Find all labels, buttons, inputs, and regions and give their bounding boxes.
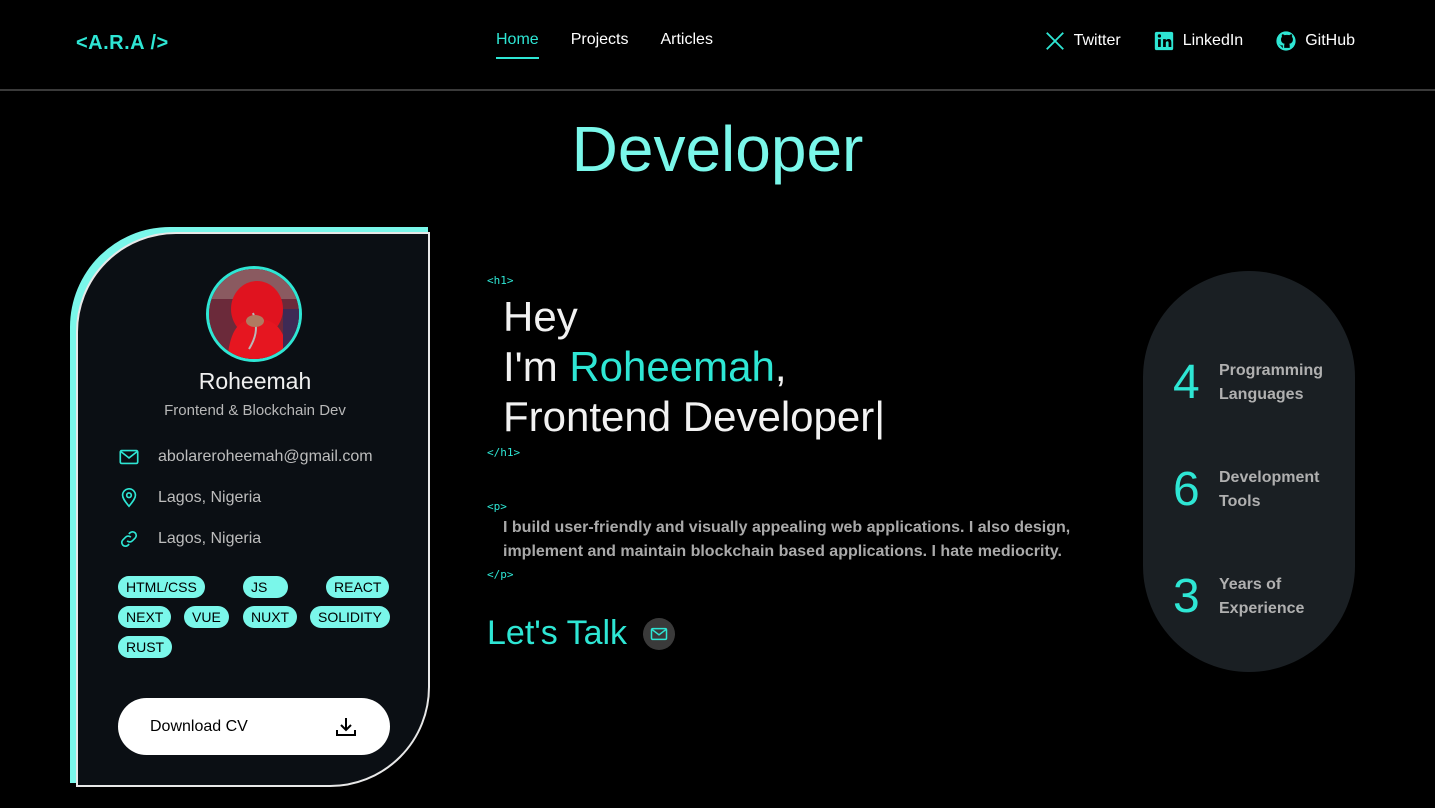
skill-tag: VUE [184, 606, 229, 628]
nav-projects[interactable]: Projects [571, 31, 629, 59]
stat-experience: 3 Years of Experience [1173, 569, 1339, 624]
skill-tag: NUXT [243, 606, 298, 628]
linkedin-label: LinkedIn [1182, 32, 1244, 49]
stat-languages: 4 Programming Languages [1173, 355, 1339, 410]
intro-im: I'm [503, 343, 570, 390]
stat-value: 3 [1173, 570, 1200, 623]
github-icon [1276, 31, 1296, 51]
h1-open-tag: <h1> [487, 274, 514, 287]
stat-value: 6 [1173, 463, 1200, 516]
social-links: Twitter LinkedIn GitHub [1044, 30, 1355, 52]
nav-articles[interactable]: Articles [660, 31, 712, 59]
download-cv-label: Download CV [150, 717, 248, 735]
profile-link: Lagos, Nigeria [158, 530, 262, 547]
email-row[interactable]: abolareroheemah@gmail.com [118, 446, 373, 468]
x-icon [1045, 32, 1064, 50]
intro-line-3: Frontend Developer| [503, 392, 885, 442]
nav-home[interactable]: Home [496, 31, 539, 59]
skill-tag: HTML/CSS [118, 576, 205, 598]
stat-label: Development Tools [1219, 468, 1320, 510]
avatar-photo [209, 269, 299, 359]
profile-card: Roheemah Frontend & Blockchain Dev abola… [76, 232, 430, 787]
linkedin-link[interactable]: LinkedIn [1153, 30, 1244, 52]
stat-value: 4 [1173, 356, 1200, 409]
typing-cursor: | [874, 393, 886, 440]
site-header: <A.R.A /> Home Projects Articles Twitter… [0, 0, 1435, 91]
location-pin-icon [121, 488, 137, 508]
intro-bio: I build user-friendly and visually appea… [503, 519, 1071, 560]
intro-comma: , [774, 343, 787, 390]
stat-label: Years of Experience [1219, 575, 1305, 617]
download-cv-button[interactable]: Download CV [118, 698, 390, 755]
profile-name: Roheemah [198, 368, 312, 394]
skill-tag: NEXT [118, 606, 172, 628]
location-row: Lagos, Nigeria [118, 487, 261, 509]
profile-email: abolareroheemah@gmail.com [158, 448, 373, 465]
profile-role: Frontend & Blockchain Dev [164, 402, 346, 419]
download-icon [336, 717, 356, 736]
skill-tag: REACT [326, 576, 389, 598]
skill-tag: JS [243, 576, 288, 598]
intro-heading: Hey I'm Roheemah, Frontend Developer| [503, 292, 885, 442]
linkedin-icon [1154, 31, 1173, 51]
intro-role: Frontend Developer [503, 393, 875, 440]
intro-line-2: I'm Roheemah, [503, 342, 885, 392]
main-nav: Home Projects Articles [496, 31, 713, 59]
p-close-tag: </p> [487, 568, 514, 581]
stats-panel: 4 Programming Languages 6 Development To… [1143, 271, 1355, 672]
intro-name: Roheemah [569, 343, 775, 390]
site-logo[interactable]: <A.R.A /> [76, 32, 169, 55]
intro-line-1: Hey [503, 293, 578, 340]
lets-talk-label: Let's Talk [487, 614, 628, 652]
lets-talk-button[interactable]: Let's Talk [487, 614, 676, 653]
twitter-link[interactable]: Twitter [1044, 30, 1121, 52]
mail-icon[interactable] [643, 617, 676, 650]
hero-title: Developer [571, 113, 864, 185]
skill-tag: RUST [118, 636, 173, 658]
stat-label: Programming Languages [1219, 361, 1324, 403]
link-icon [120, 530, 138, 548]
skill-tag: SOLIDITY [310, 606, 390, 628]
twitter-label: Twitter [1073, 32, 1121, 49]
p-open-tag: <p> [487, 500, 507, 513]
avatar [206, 266, 302, 362]
profile-location: Lagos, Nigeria [158, 489, 262, 506]
link-row[interactable]: Lagos, Nigeria [118, 528, 261, 550]
github-label: GitHub [1305, 32, 1355, 49]
github-link[interactable]: GitHub [1275, 30, 1355, 52]
h1-close-tag: </h1> [487, 446, 521, 459]
mail-icon [119, 449, 139, 465]
stat-tools: 6 Development Tools [1173, 462, 1339, 517]
